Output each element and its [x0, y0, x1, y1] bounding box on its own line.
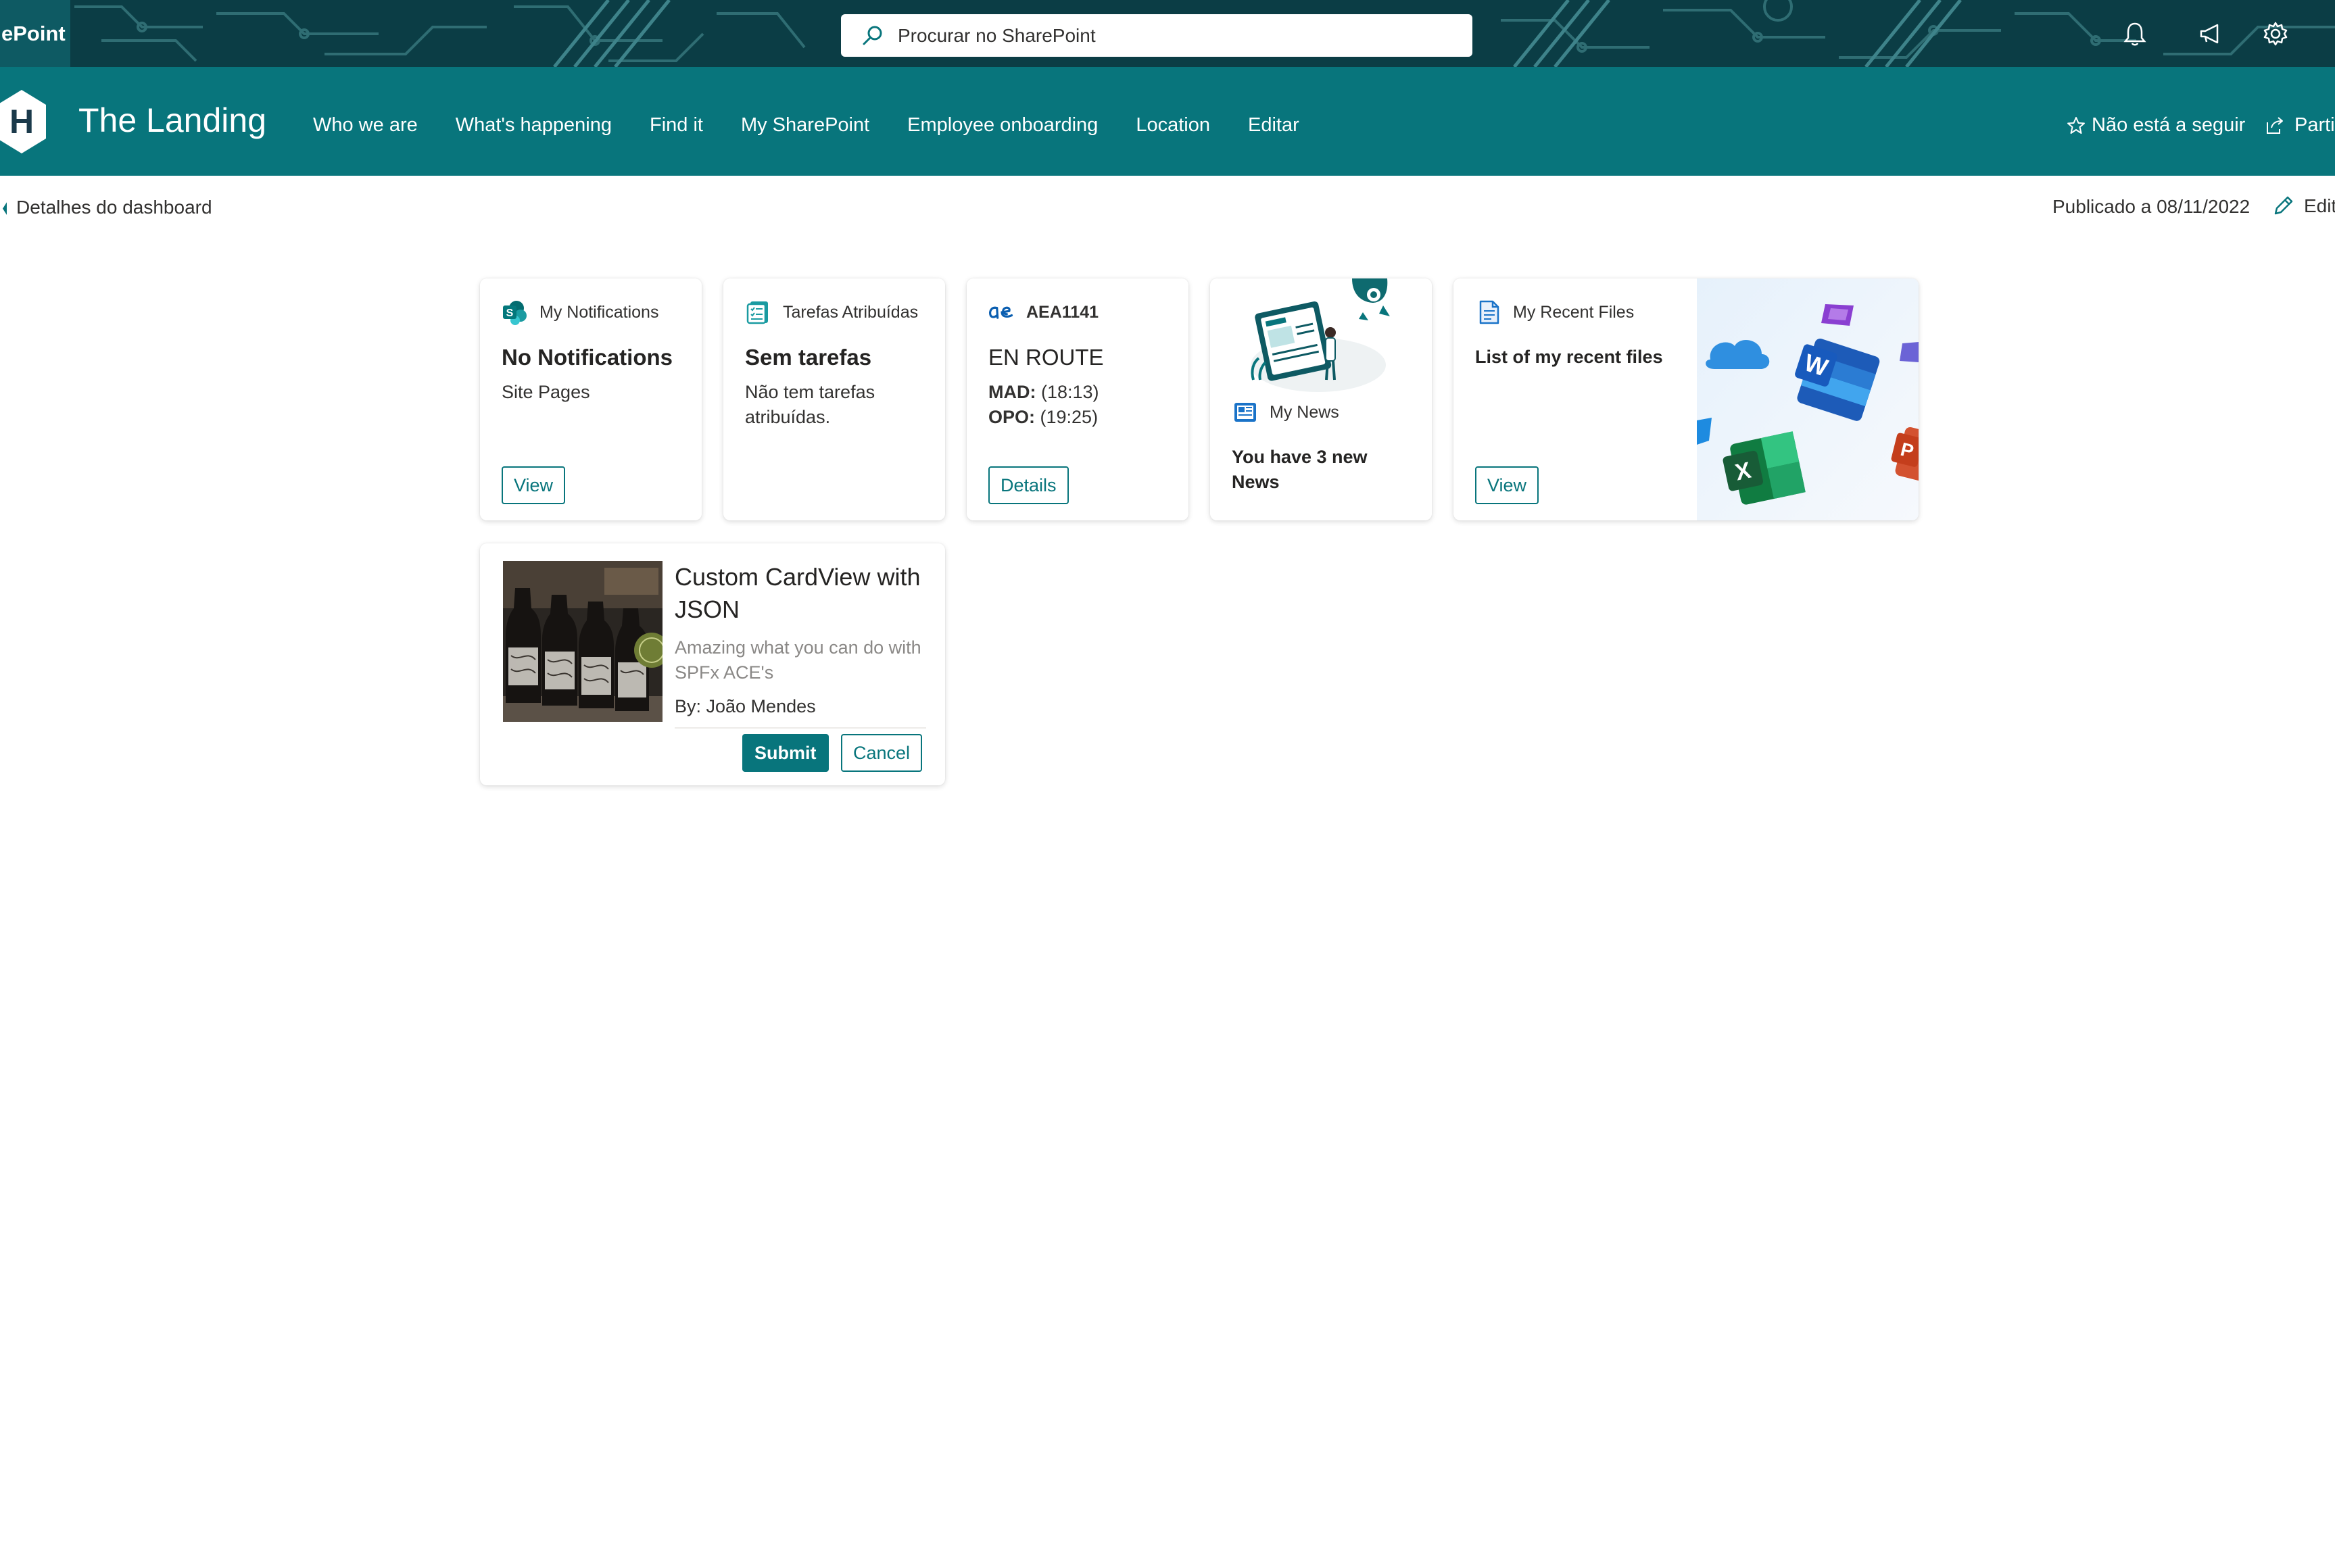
- search-icon: [863, 26, 882, 45]
- share-button[interactable]: Parti: [2265, 114, 2335, 137]
- card-header-label: My News: [1270, 402, 1339, 422]
- follow-button[interactable]: Não está a seguir: [2066, 114, 2245, 137]
- news-card[interactable]: My News You have 3 new News: [1210, 278, 1432, 520]
- notifications-bell-button[interactable]: [2116, 15, 2154, 53]
- dashboard-details-label: Detalhes do dashboard: [16, 196, 212, 218]
- product-photo: [503, 561, 663, 722]
- bell-icon: [2123, 22, 2146, 46]
- suite-bar: ePoint: [0, 0, 2335, 67]
- card-header-label: Tarefas Atribuídas: [783, 302, 919, 322]
- search-box[interactable]: [841, 14, 1472, 57]
- dashboard-details-button[interactable]: ❮ Detalhes do dashboard: [0, 196, 212, 218]
- card-subtitle: Não tem tarefas atribuídas.: [745, 382, 875, 427]
- app-name[interactable]: ePoint: [0, 0, 70, 67]
- whats-new-button[interactable]: [2192, 15, 2230, 53]
- nav-item-employee-onboarding[interactable]: Employee onboarding: [907, 114, 1098, 137]
- card-divider: [675, 727, 926, 729]
- megaphone-icon: [2200, 24, 2219, 44]
- card-header: My Recent Files: [1475, 299, 1634, 326]
- news-illustration: [1251, 278, 1390, 392]
- search-input[interactable]: [898, 24, 1439, 47]
- pencil-icon: [2274, 196, 2293, 215]
- submit-button[interactable]: Submit: [742, 734, 829, 772]
- cancel-button[interactable]: Cancel: [841, 734, 923, 772]
- card-header: AEA1141: [988, 299, 1099, 326]
- star-icon: [2067, 116, 2085, 134]
- gear-icon: [2263, 22, 2288, 46]
- svg-text:H: H: [9, 103, 34, 141]
- card-title: No Notifications: [502, 345, 673, 370]
- nav-item-find-it[interactable]: Find it: [650, 114, 703, 137]
- settings-button[interactable]: [2257, 15, 2294, 53]
- notifications-card[interactable]: S My Notifications No Notifications Site…: [480, 278, 702, 520]
- view-notifications-button[interactable]: View: [502, 466, 566, 504]
- flight-number: AEA1141: [1026, 302, 1099, 322]
- card-subtitle: Site Pages: [502, 382, 590, 402]
- site-logo[interactable]: H: [0, 84, 49, 159]
- recent-files-card[interactable]: My Recent Files List of my recent files …: [1453, 278, 1919, 520]
- flight-status-card[interactable]: AEA1141 EN ROUTE MAD: (18:13) OPO: (19:2…: [967, 278, 1188, 520]
- edit-button[interactable]: Edit: [2271, 195, 2335, 218]
- arrival-line: OPO: (19:25): [988, 407, 1099, 427]
- flight-details-button[interactable]: Details: [988, 466, 1069, 504]
- card-header: Tarefas Atribuídas: [745, 299, 918, 326]
- nav-item-who-we-are[interactable]: Who we are: [313, 114, 418, 137]
- chevron-icon: ❮: [0, 196, 7, 218]
- site-navigation: Who we are What's happening Find it My S…: [313, 114, 1337, 137]
- office-apps-illustration: W X P: [1697, 278, 1919, 520]
- card-header-label: My Notifications: [539, 302, 659, 322]
- site-header: H The Landing Who we are What's happenin…: [0, 67, 2335, 176]
- share-label: Parti: [2294, 114, 2335, 136]
- tasks-card[interactable]: Tarefas Atribuídas Sem tarefas Não tem t…: [723, 278, 945, 520]
- tasks-icon: [745, 299, 772, 326]
- card-subtitle: You have 3 new News: [1232, 447, 1368, 492]
- svg-text:S: S: [506, 308, 514, 319]
- nav-item-edit[interactable]: Editar: [1248, 114, 1299, 137]
- share-icon: [2267, 116, 2283, 134]
- card-header-label: My Recent Files: [1513, 302, 1635, 322]
- newspaper-icon: [1232, 399, 1259, 426]
- follow-label: Não está a seguir: [2092, 114, 2246, 136]
- nav-item-whats-happening[interactable]: What's happening: [456, 114, 612, 137]
- card-header: S My Notifications: [502, 299, 658, 326]
- nav-item-location[interactable]: Location: [1136, 114, 1210, 137]
- site-title[interactable]: The Landing: [78, 101, 266, 140]
- page-command-bar: ❮ Detalhes do dashboard Publicado a 08/1…: [0, 176, 2335, 241]
- card-subtitle: List of my recent files: [1475, 347, 1663, 367]
- sharepoint-icon: S: [502, 299, 529, 326]
- flight-times: MAD: (18:13) OPO: (19:25): [988, 380, 1099, 430]
- airline-logo-icon: [988, 299, 1015, 326]
- document-icon: [1475, 299, 1502, 326]
- nav-item-my-sharepoint[interactable]: My SharePoint: [741, 114, 869, 137]
- published-date: Publicado a 08/11/2022: [2052, 196, 2250, 217]
- edit-label: Edit: [2304, 195, 2335, 216]
- flight-status: EN ROUTE: [988, 345, 1104, 370]
- custom-cardview-card[interactable]: Custom CardView with JSON Amazing what y…: [480, 543, 945, 785]
- card-description: Amazing what you can do with SPFx ACE's: [675, 637, 921, 683]
- card-author: By: João Mendes: [675, 696, 816, 716]
- view-recent-files-button[interactable]: View: [1475, 466, 1539, 504]
- card-header: My News: [1232, 399, 1339, 426]
- card-title: Custom CardView with JSON: [675, 563, 921, 623]
- departure-line: MAD: (18:13): [988, 382, 1099, 402]
- card-title: Sem tarefas: [745, 345, 872, 370]
